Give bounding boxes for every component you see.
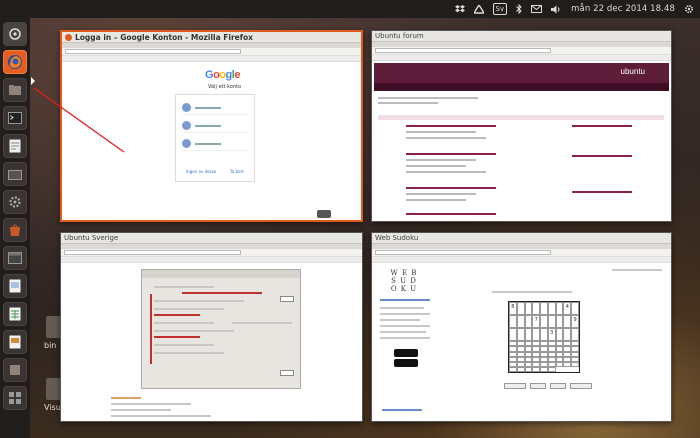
annotation-arrow bbox=[33, 87, 125, 153]
